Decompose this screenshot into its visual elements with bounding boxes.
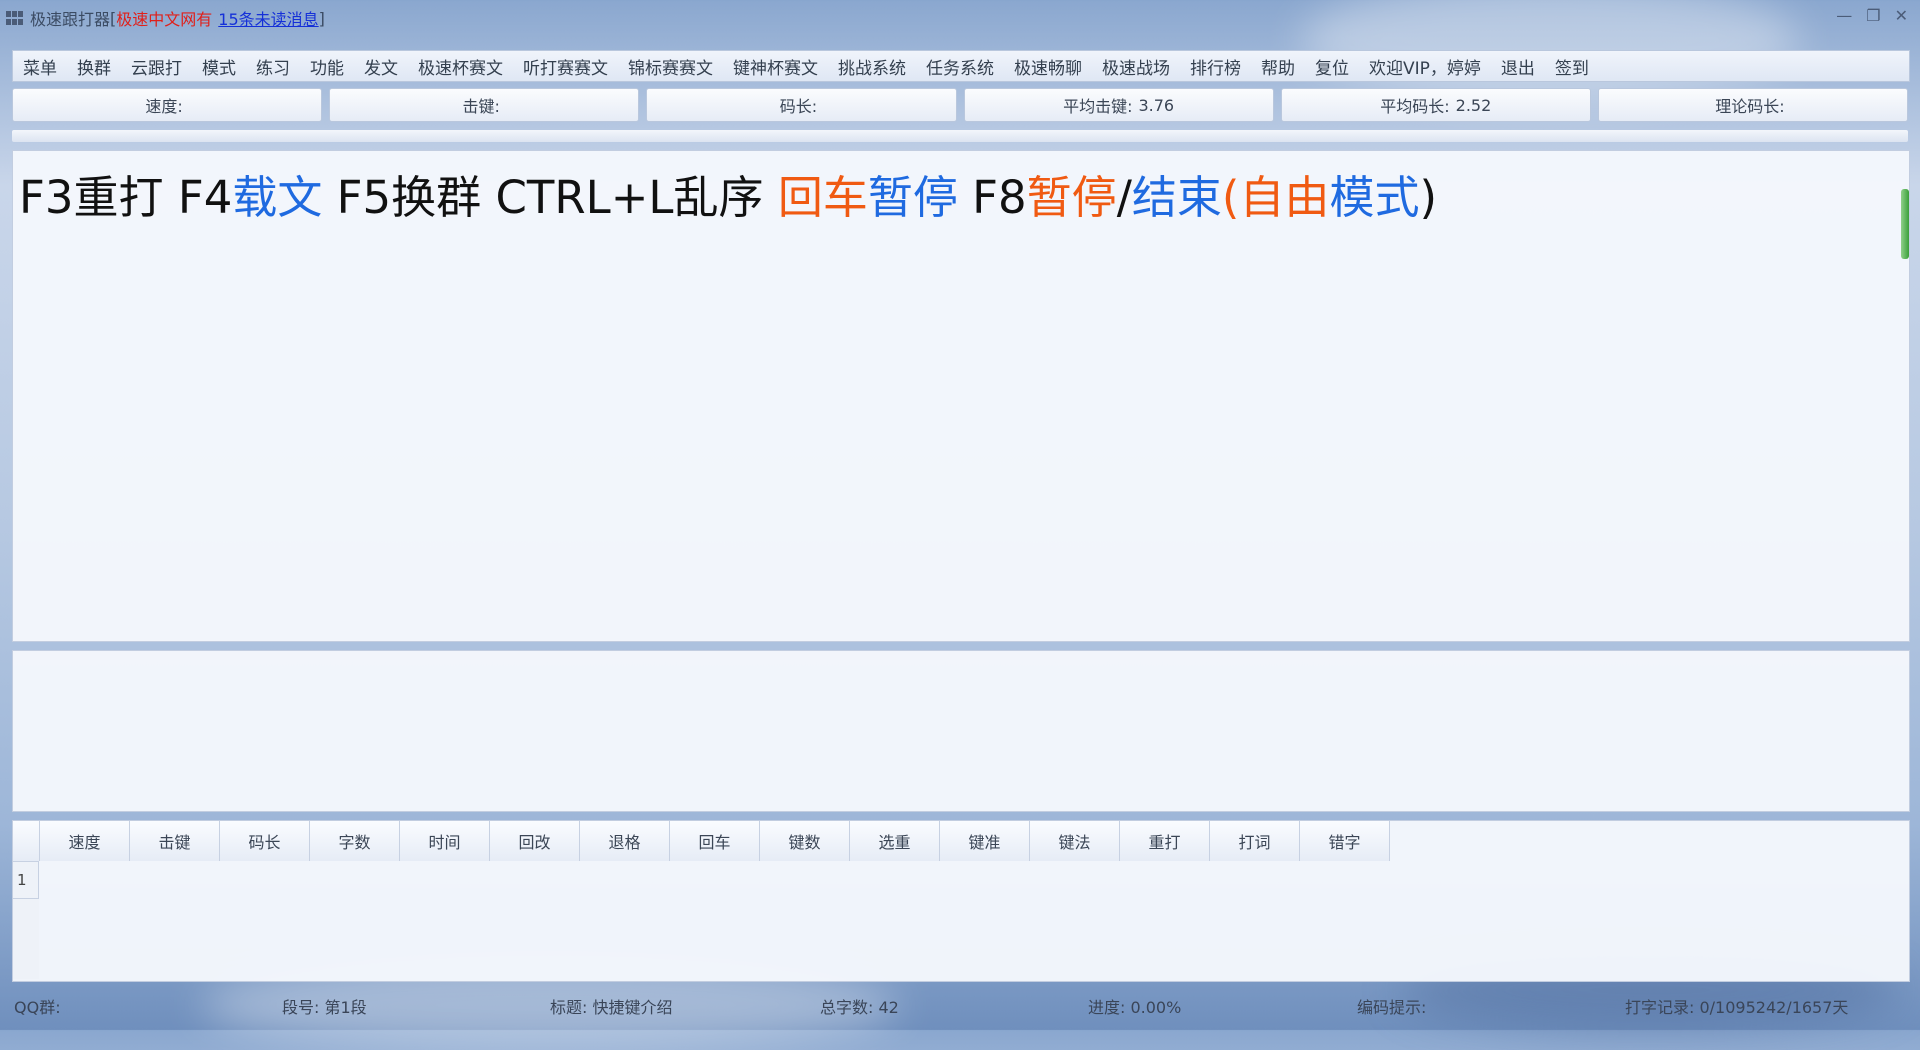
column-header[interactable]: 回改 [490,821,580,861]
stat-avg-keystroke: 平均击键: 3.76 [963,88,1274,122]
status-qq-group: QQ群: [14,998,61,1017]
menu-item-menu[interactable]: 菜单 [13,54,67,79]
column-header[interactable]: 速度 [40,821,130,861]
menu-item-key-god-cup[interactable]: 键神杯赛文 [723,54,828,79]
status-encoding-hint: 编码提示: [1357,998,1427,1017]
restore-icon[interactable]: ❐ [1866,6,1880,25]
menu-item-help[interactable]: 帮助 [1251,54,1305,79]
menu-item-check-in[interactable]: 签到 [1545,54,1599,79]
status-title: 标题: 快捷键介绍 [550,998,673,1017]
stat-theory-code-length: 理论码长: [1597,88,1909,122]
app-grid-icon[interactable] [6,11,26,25]
unread-messages-link[interactable]: 15条未读消息 [218,6,318,30]
status-typing-record: 打字记录: 0/1095242/1657天 [1625,998,1849,1017]
close-icon[interactable]: ✕ [1895,6,1908,25]
shortcut-hint-text: F3重打 F4载文 F5换群 CTRL+L乱序 回车暂停 F8暂停/结束(自由模… [19,171,1438,224]
column-header[interactable]: 字数 [310,821,400,861]
menu-item-cloud-typing[interactable]: 云跟打 [121,54,192,79]
menu-item-battlefield[interactable]: 极速战场 [1092,54,1180,79]
column-header[interactable]: 击键 [130,821,220,861]
stat-code-length: 码长: [646,88,957,122]
stat-keystroke: 击键: [329,88,640,122]
menu-item-tasks[interactable]: 任务系统 [916,54,1004,79]
scrollbar-thumb[interactable] [1901,189,1909,259]
column-header[interactable]: 选重 [850,821,940,861]
column-header[interactable]: 键法 [1030,821,1120,861]
window-controls: — ❐ ✕ [1836,6,1908,25]
stats-bar: 速度: 击键: 码长: 平均击键: 3.76 平均码长: 2.52 理论码长: [12,88,1909,122]
menu-item-championship[interactable]: 锦标赛赛文 [618,54,723,79]
app-title: 极速跟打器 [30,10,111,29]
menu-item-functions[interactable]: 功能 [300,54,354,79]
menu-item-chat[interactable]: 极速畅聊 [1004,54,1092,79]
progress-strip [12,130,1908,142]
article-text-pane[interactable]: F3重打 F4载文 F5换群 CTRL+L乱序 回车暂停 F8暂停/结束(自由模… [12,150,1910,642]
column-header[interactable]: 重打 [1120,821,1210,861]
column-header[interactable]: 码长 [220,821,310,861]
table-header-row: 速度 击键 码长 字数 时间 回改 退格 回车 键数 选重 键准 键法 重打 打… [13,821,1909,861]
minimize-icon[interactable]: — [1836,6,1852,25]
menu-bar: 菜单 换群 云跟打 模式 练习 功能 发文 极速杯赛文 听打赛赛文 锦标赛赛文 … [12,50,1910,82]
title-bar: 极速跟打器 [ 极速中文网有 15条未读消息 ] — ❐ ✕ [0,0,1920,36]
menu-item-mode[interactable]: 模式 [192,54,246,79]
results-table: 速度 击键 码长 字数 时间 回改 退格 回车 键数 选重 键准 键法 重打 打… [12,820,1910,982]
site-notice: 极速中文网有 [116,10,213,29]
column-header[interactable]: 退格 [580,821,670,861]
menu-item-exit[interactable]: 退出 [1491,54,1545,79]
column-header[interactable]: 时间 [400,821,490,861]
column-header[interactable]: 键数 [760,821,850,861]
typing-input-area[interactable] [12,650,1910,812]
menu-item-practice[interactable]: 练习 [246,54,300,79]
menu-item-switch-group[interactable]: 换群 [67,54,121,79]
menu-item-listen-race[interactable]: 听打赛赛文 [513,54,618,79]
menu-item-send-text[interactable]: 发文 [354,54,408,79]
stat-avg-code-length: 平均码长: 2.52 [1280,88,1591,122]
status-bar: QQ群: 段号: 第1段 标题: 快捷键介绍 总字数: 42 进度: 0.00%… [0,990,1920,1022]
table-row-number[interactable]: 1 [13,861,39,899]
menu-item-leaderboard[interactable]: 排行榜 [1180,54,1251,79]
column-header[interactable]: 键准 [940,821,1030,861]
column-header[interactable]: 打词 [1210,821,1300,861]
menu-item-speed-cup[interactable]: 极速杯赛文 [408,54,513,79]
menu-item-welcome-vip[interactable]: 欢迎VIP，婷婷 [1359,54,1491,79]
stat-speed: 速度: [12,88,323,122]
status-segment: 段号: 第1段 [282,998,367,1017]
status-progress: 进度: 0.00% [1088,998,1182,1017]
column-header[interactable]: 回车 [670,821,760,861]
column-header[interactable]: 错字 [1300,821,1390,861]
menu-item-reset[interactable]: 复位 [1305,54,1359,79]
menu-item-challenge[interactable]: 挑战系统 [828,54,916,79]
status-total-chars: 总字数: 42 [820,998,899,1017]
